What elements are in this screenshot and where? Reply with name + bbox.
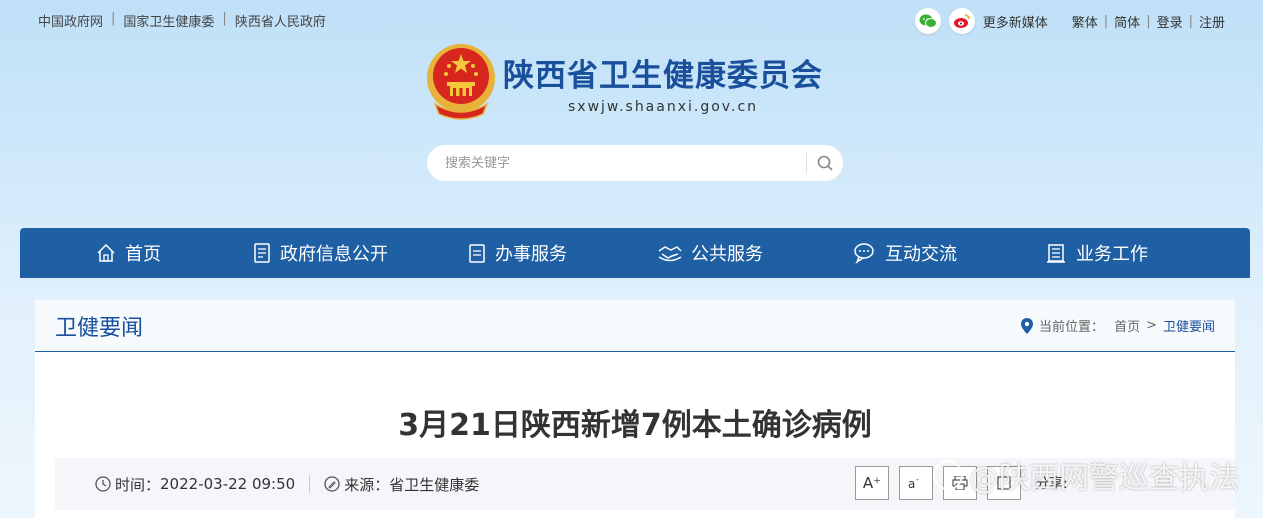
top-right-bar: 更多新媒体 繁体 | 简体 | 登录 | 注册 [914,8,1231,34]
site-logo[interactable]: 陕西省卫生健康委员会 sxwjw.shaanxi.gov.cn [425,42,823,122]
nav-item-services[interactable]: 办事服务 [467,240,567,266]
document-icon [254,243,270,263]
chat-icon [854,243,874,264]
divider [309,475,311,493]
watermark: @陕西网警巡查执法 [933,453,1239,497]
site-name: 陕西省卫生健康委员会 [503,57,823,94]
nav-item-public-service[interactable]: 公共服务 [657,240,763,266]
divider: | [1146,13,1151,29]
source-value: 省卫生健康委 [389,475,480,494]
clock-icon [95,476,111,492]
login-link[interactable]: 登录 [1157,12,1183,31]
article-source: 来源： 省卫生健康委 [324,474,479,495]
nav-item-interaction[interactable]: 互动交流 [853,240,957,266]
nav-label: 政府信息公开 [280,244,388,265]
source-label: 来源： [344,475,390,494]
article-title: 3月21日陕西新增7例本土确诊病例 [398,408,872,443]
edit-icon [324,476,340,492]
top-links: 中国政府网 | 国家卫生健康委 | 陕西省人民政府 [38,11,326,30]
weibo-icon[interactable] [948,8,975,34]
font-larger-button[interactable]: A⁺ [855,466,889,500]
search-button[interactable] [807,145,843,181]
svg-text:a: a [908,477,915,490]
clipboard-icon [469,244,485,263]
breadcrumb-label: 当前位置： [1039,320,1105,335]
watermark-logo-icon [933,460,963,490]
divider: | [222,11,227,26]
nav-label: 首页 [125,244,161,265]
font-smaller-button[interactable]: a- [899,466,933,500]
nav-label: 业务工作 [1076,244,1148,265]
register-link[interactable]: 注册 [1199,12,1225,31]
book-icon [1047,244,1065,263]
svg-text:-: - [916,476,919,484]
breadcrumb-home[interactable]: 首页 [1114,316,1140,335]
search-bar [427,145,843,181]
national-emblem-icon [427,44,495,120]
breadcrumb: 当前位置： 首页 > 卫健要闻 [1021,316,1215,335]
location-pin-icon [1021,317,1034,334]
nav-label: 互动交流 [885,244,957,265]
divider: | [111,11,116,26]
search-icon [817,155,833,171]
wechat-icon[interactable] [914,8,941,34]
traditional-chinese-link[interactable]: 繁体 [1072,12,1098,31]
main-nav: 首页 政府信息公开 办事服务 公共服务 互动交流 业务工作 [20,228,1250,278]
nav-label: 公共服务 [691,244,763,265]
breadcrumb-separator: > [1146,318,1157,333]
nav-item-gov-info[interactable]: 政府信息公开 [252,240,388,266]
home-icon [97,243,115,262]
divider: | [1103,13,1109,29]
more-media-link[interactable]: 更多新媒体 [983,12,1048,31]
nav-label: 办事服务 [495,244,567,265]
watermark-text: @陕西网警巡查执法 [969,461,1239,496]
breadcrumb-current[interactable]: 卫健要闻 [1163,316,1215,335]
nav-item-business[interactable]: 业务工作 [1046,240,1148,266]
site-url: sxwjw.shaanxi.gov.cn [567,98,759,115]
article-time: 时间： 2022-03-22 09:50 [95,474,295,495]
nav-item-home[interactable]: 首页 [95,240,161,266]
section-header: 卫健要闻 当前位置： 首页 > 卫健要闻 [35,300,1235,352]
section-title: 卫健要闻 [55,315,144,341]
link-nhc[interactable]: 国家卫生健康委 [123,11,214,30]
handshake-icon [658,246,682,262]
link-gov-cn[interactable]: 中国政府网 [38,11,103,30]
simplified-chinese-link[interactable]: 简体 [1114,12,1140,31]
time-value: 2022-03-22 09:50 [160,475,296,493]
font-smaller-icon: a- [908,476,919,490]
divider: | [1188,13,1193,29]
time-label: 时间： [115,475,161,494]
search-input[interactable] [427,145,806,181]
link-shaanxi-gov[interactable]: 陕西省人民政府 [235,11,326,30]
